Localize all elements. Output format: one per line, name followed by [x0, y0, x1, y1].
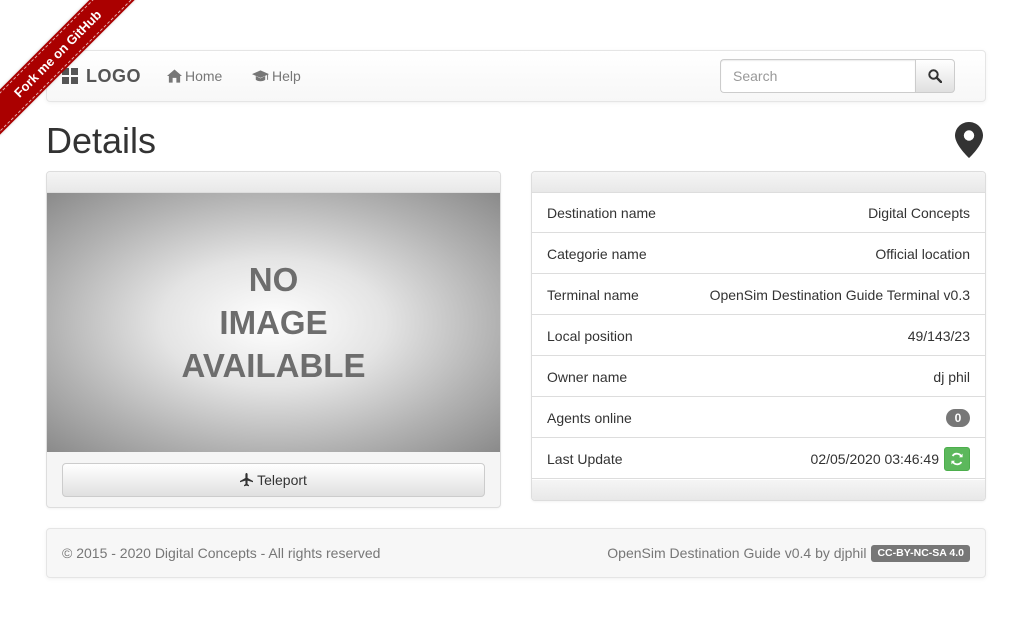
last-update-value: 02/05/2020 03:46:49 [810, 450, 939, 467]
detail-label: Owner name [547, 368, 628, 385]
detail-value: dj phil [933, 368, 970, 385]
detail-row-local-position: Local position 49/143/23 [532, 316, 985, 356]
detail-label: Local position [547, 327, 633, 344]
teleport-label: Teleport [257, 472, 307, 488]
details-panel-heading [532, 172, 985, 193]
refresh-button[interactable] [944, 446, 970, 471]
license-badge[interactable]: CC-BY-NC-SA 4.0 [871, 544, 970, 562]
detail-value: Digital Concepts [868, 204, 970, 221]
search-icon [928, 69, 942, 83]
details-panel-footer [532, 480, 985, 500]
nav-home-label: Home [185, 68, 223, 84]
fork-me-ribbon-link[interactable]: Fork me on GitHub [0, 0, 150, 150]
no-image-placeholder: NO IMAGE AVAILABLE [47, 193, 500, 452]
detail-value: 0 [946, 408, 970, 427]
no-image-line: IMAGE [219, 304, 328, 341]
nav-home-link[interactable]: Home [167, 51, 222, 101]
image-panel-heading [47, 172, 500, 193]
search-form [720, 59, 955, 93]
detail-row-last-update: Last Update 02/05/2020 03:46:49 [532, 439, 985, 479]
detail-value: OpenSim Destination Guide Terminal v0.3 [709, 286, 970, 303]
credit-label: OpenSim Destination Guide v0.4 by djphil [607, 545, 867, 561]
map-marker-icon [955, 122, 983, 158]
detail-row-categorie-name: Categorie name Official location [532, 234, 985, 274]
plane-icon [240, 473, 254, 487]
nav-help-label: Help [272, 68, 301, 84]
page-footer: © 2015 - 2020 Digital Concepts - All rig… [46, 528, 986, 578]
search-input[interactable] [720, 59, 915, 93]
detail-row-destination-name: Destination name Digital Concepts [532, 193, 985, 233]
detail-row-owner-name: Owner name dj phil [532, 357, 985, 397]
no-image-line: AVAILABLE [181, 347, 366, 384]
detail-value: Official location [875, 245, 970, 262]
detail-label: Terminal name [547, 286, 639, 303]
fork-ribbon-container: Fork me on GitHub [0, 0, 150, 150]
image-panel: NO IMAGE AVAILABLE Teleport [46, 171, 501, 508]
detail-label: Last Update [547, 450, 623, 467]
detail-label: Categorie name [547, 245, 647, 262]
refresh-icon [951, 452, 963, 465]
no-image-line: NO [248, 261, 299, 298]
detail-label: Destination name [547, 204, 656, 221]
credit-text: OpenSim Destination Guide v0.4 by djphil… [607, 529, 970, 577]
agents-online-badge: 0 [946, 408, 970, 427]
teleport-button[interactable]: Teleport [62, 463, 485, 497]
detail-value: 49/143/23 [907, 327, 970, 344]
detail-value: 02/05/2020 03:46:49 [810, 446, 970, 471]
navbar: LOGO Home Help [46, 50, 986, 102]
detail-label: Agents online [547, 409, 632, 426]
home-icon [167, 69, 182, 83]
nav-help-link[interactable]: Help [252, 51, 301, 101]
graduation-cap-icon [252, 69, 269, 81]
copyright-text: © 2015 - 2020 Digital Concepts - All rig… [62, 545, 381, 561]
detail-row-agents-online: Agents online 0 [532, 398, 985, 438]
search-button[interactable] [915, 59, 955, 93]
details-panel: Destination name Digital Concepts Catego… [531, 171, 986, 501]
detail-row-terminal-name: Terminal name OpenSim Destination Guide … [532, 275, 985, 315]
